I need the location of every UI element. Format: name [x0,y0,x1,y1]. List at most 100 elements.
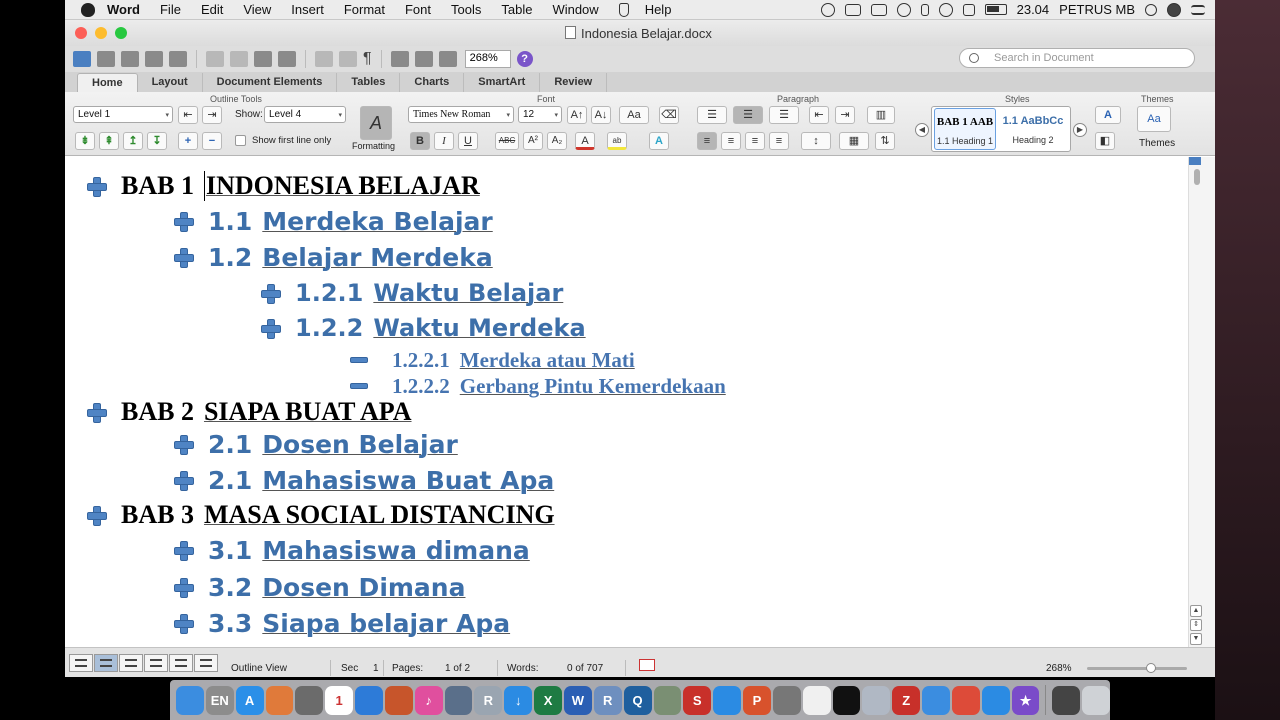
expand-plus-icon[interactable] [261,319,281,339]
close-window-button[interactable] [75,27,87,39]
spotlight-icon[interactable] [1145,3,1157,16]
styles-next-icon[interactable]: ▶ [1073,123,1087,137]
collapse-minus-icon[interactable] [350,383,368,389]
tab-tables[interactable]: Tables [337,73,401,92]
print-layout-button[interactable] [144,654,168,672]
expand-plus-icon[interactable] [174,248,194,268]
copy-icon[interactable] [230,51,248,67]
outline-item-level-1[interactable]: BAB 3 MASA SOCIAL DISTANCING [87,500,555,530]
multilevel-list-icon[interactable]: ☰ [769,106,799,124]
redo-icon[interactable] [339,51,357,67]
outline-item-level-2[interactable]: 1.1 Merdeka Belajar [174,207,493,236]
time-machine-icon[interactable] [896,2,911,17]
bold-button[interactable]: B [410,132,430,150]
menu-font[interactable]: Font [405,2,431,17]
columns-icon[interactable]: ▥ [867,106,895,124]
heading-text[interactable]: MASA SOCIAL DISTANCING [204,500,555,530]
heading-text[interactable]: INDONESIA BELAJAR [203,171,480,201]
dock-blue-app-icon[interactable] [981,685,1010,715]
style-heading-2[interactable]: 1.1 AaBbCc Heading 2 [1002,108,1064,150]
scroll-up-button[interactable]: ▲ [1190,605,1202,617]
strikethrough-button[interactable]: ABC [495,132,519,150]
dropbox-icon[interactable] [844,3,861,16]
outline-level-select[interactable]: Level 1 ▾ [73,106,173,123]
menu-file[interactable]: File [160,2,181,17]
wifi-icon[interactable] [938,2,953,17]
outline-item-level-2[interactable]: 3.1 Mahasiswa dimana [174,536,530,565]
menubar-user[interactable]: PETRUS MB [1059,2,1135,17]
heading-text[interactable]: Dosen Dimana [262,573,465,602]
dock-downloader-icon[interactable]: ↓ [504,685,533,715]
clear-formatting-icon[interactable]: ⌫ [659,106,679,124]
expand-plus-icon[interactable] [174,212,194,232]
outline-item-level-4[interactable]: 1.2.2.2 Gerbang Pintu Kemerdekaan [350,374,726,399]
demote-icon[interactable]: ⇥ [202,106,222,124]
styles-pane-icon[interactable]: A [1095,106,1121,124]
expand-all-icon[interactable]: ⇟ [75,132,95,150]
dock-notepad-icon[interactable] [802,685,831,715]
font-name-select[interactable]: Times New Roman ▾ [408,106,514,123]
proofing-icon[interactable] [639,659,655,671]
toolbox-icon[interactable] [438,51,457,67]
draft-view-button[interactable] [69,654,93,672]
print-icon[interactable] [870,3,887,16]
avatar[interactable] [1167,2,1181,17]
heading-text[interactable]: Waktu Belajar [373,279,563,307]
dock-keyboard-en-icon[interactable]: EN [205,685,234,715]
outline-item-level-2[interactable]: 1.2 Belajar Merdeka [174,243,493,272]
themes-icon[interactable]: Aa [1137,106,1171,132]
dock-preview-icon[interactable] [862,685,891,715]
heading-text[interactable]: Dosen Belajar [262,430,457,459]
outline-item-level-2[interactable]: 2.1 Mahasiswa Buat Apa [174,466,554,495]
dock-itunes-icon[interactable]: ♪ [414,685,443,715]
dock-network-icon[interactable] [653,685,682,715]
expand-plus-icon[interactable] [261,284,281,304]
heading-text[interactable]: Siapa belajar Apa [262,609,510,638]
dock-zotero-icon[interactable]: Z [892,685,921,715]
volume-icon[interactable] [962,3,975,16]
help-icon[interactable]: ? [516,51,533,67]
zoom-slider-handle[interactable] [1146,663,1156,673]
save-icon[interactable] [145,51,163,67]
publishing-view-button[interactable] [119,654,143,672]
menu-format[interactable]: Format [344,2,385,17]
menu-table[interactable]: Table [501,2,532,17]
dock-safari-icon[interactable] [713,685,742,715]
italic-button[interactable]: I [434,132,454,150]
outline-item-level-3[interactable]: 1.2.1 Waktu Belajar [261,279,563,307]
expand-plus-icon[interactable] [174,435,194,455]
menu-edit[interactable]: Edit [201,2,223,17]
document-outline[interactable]: BAB 1 INDONESIA BELAJAR 1.1 Merdeka Belajar… [65,157,1188,647]
expand-plus-icon[interactable] [174,471,194,491]
show-first-line-checkbox[interactable] [235,135,246,146]
expand-icon[interactable]: + [178,132,198,150]
grow-font-icon[interactable]: A↑ [567,106,587,124]
outline-item-level-2[interactable]: 2.1 Dosen Belajar [174,430,458,459]
tab-smartart[interactable]: SmartArt [464,73,541,92]
expand-plus-icon[interactable] [87,506,107,526]
minimize-window-button[interactable] [95,27,107,39]
expand-plus-icon[interactable] [174,578,194,598]
dock-screen-icon[interactable] [1052,685,1081,715]
numbering-icon[interactable]: ☰ [733,106,763,124]
paste-icon[interactable] [254,51,272,67]
align-center-icon[interactable]: ≡ [721,132,741,150]
dock-chrome-icon[interactable] [951,685,980,715]
zoom-select[interactable]: 268% [464,50,511,68]
dock-brush-icon[interactable] [295,685,324,715]
tab-home[interactable]: Home [77,73,138,92]
menu-view[interactable]: View [243,2,271,17]
split-handle[interactable] [1189,157,1201,165]
outline-item-level-1[interactable]: BAB 2 SIAPA BUAT APA [87,397,412,427]
expand-plus-icon[interactable] [87,403,107,423]
dock-calendar-icon[interactable]: 1 [325,685,354,715]
dock-quicktime-icon[interactable]: Q [623,685,652,715]
dock-finder-icon[interactable] [176,685,204,715]
heading-text[interactable]: Belajar Merdeka [262,243,492,272]
dock-presentation-icon[interactable] [384,685,413,715]
templates-icon[interactable] [97,51,115,67]
change-case-icon[interactable]: Aa [619,106,649,124]
shrink-font-icon[interactable]: A↓ [591,106,611,124]
outline-item-level-4[interactable]: 1.2.2.1 Merdeka atau Mati [350,348,635,373]
collapse-all-icon[interactable]: ⇞ [99,132,119,150]
